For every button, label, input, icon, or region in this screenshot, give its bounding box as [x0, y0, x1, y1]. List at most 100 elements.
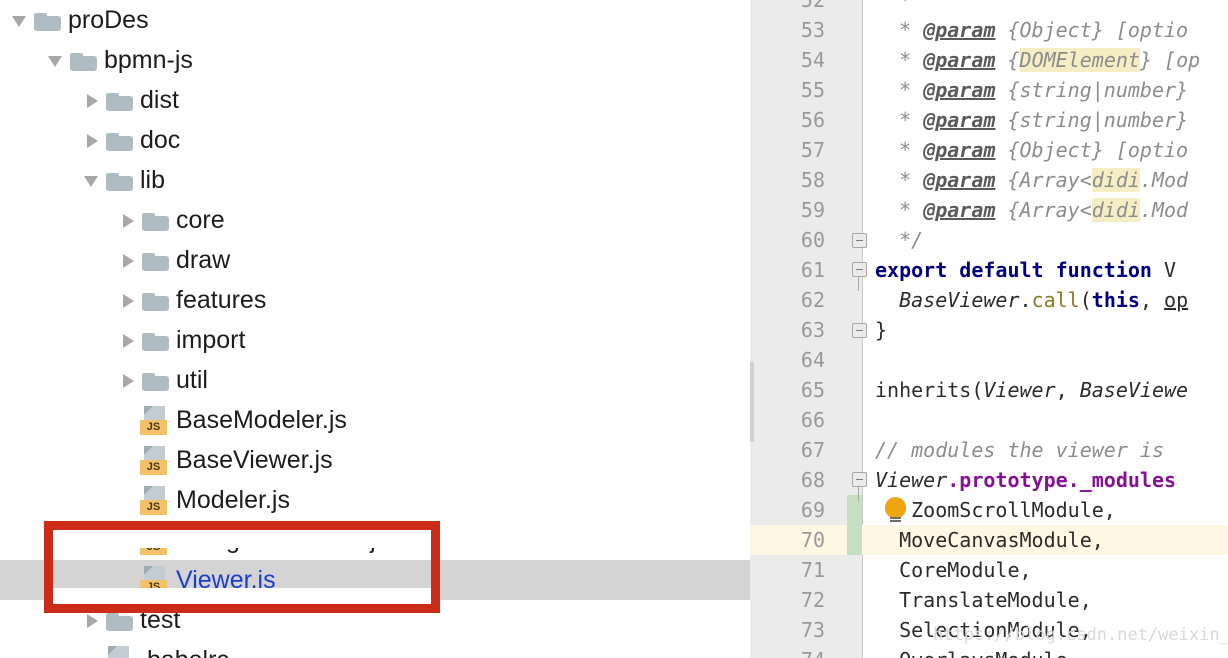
- folder-icon: [140, 360, 174, 400]
- code-line-63[interactable]: 63}: [750, 315, 1228, 345]
- intention-lightbulb-icon[interactable]: [885, 497, 907, 523]
- tree-item-label: proDes: [68, 5, 149, 34]
- code-line-61[interactable]: 61 export default function V: [750, 255, 1228, 285]
- tree-row-core[interactable]: core: [0, 200, 750, 240]
- code-line-71[interactable]: 71 CoreModule,: [750, 555, 1228, 585]
- folder-icon: [104, 160, 138, 200]
- lightbulb-base-upper: [890, 517, 901, 519]
- line-number: 67: [800, 438, 825, 462]
- tree-row-import[interactable]: import: [0, 320, 750, 360]
- code-line-66[interactable]: 66: [750, 405, 1228, 435]
- tree-row-baseviewer-js[interactable]: JS BaseViewer.js: [0, 440, 750, 480]
- tree-row--babelrc[interactable]: .babelrc: [0, 640, 750, 658]
- tree-row-basemodeler-js[interactable]: JS BaseModeler.js: [0, 400, 750, 440]
- folder-icon: [104, 80, 138, 120]
- chevron-right-icon[interactable]: [118, 280, 140, 320]
- config-file-icon: [104, 640, 138, 658]
- code-text: * @param {string|number}: [899, 108, 1189, 132]
- code-line-65[interactable]: 65 inherits(Viewer, BaseViewe: [750, 375, 1228, 405]
- code-text: }: [875, 318, 888, 342]
- tree-item-label: doc: [140, 125, 181, 154]
- code-text: BaseViewer.call(this, op: [899, 288, 1189, 312]
- tree-item-label: .babelrc: [138, 646, 229, 658]
- tree-row-util[interactable]: util: [0, 360, 750, 400]
- code-line-70[interactable]: 70 MoveCanvasModule,: [750, 525, 1228, 555]
- screenshot-root: proDes bpmn-js dist doc lib core draw features i…: [0, 0, 1228, 658]
- file-corner-fold: [144, 446, 153, 455]
- code-line-67[interactable]: 67 // modules the viewer is: [750, 435, 1228, 465]
- code-text: *: [899, 0, 912, 12]
- tree-row-prodes[interactable]: proDes: [0, 0, 750, 40]
- annotation-inner-mask-top: [53, 530, 431, 548]
- annotation-inner-mask-bottom: [53, 588, 431, 605]
- chevron-right-icon[interactable]: [118, 200, 140, 240]
- chevron-right-icon[interactable]: [82, 80, 104, 120]
- tree-row-bpmn-js[interactable]: bpmn-js: [0, 40, 750, 80]
- folder-icon: [140, 240, 174, 280]
- tree-item-label: BaseModeler.js: [176, 405, 347, 434]
- code-text: MoveCanvasModule,: [863, 525, 1228, 555]
- tree-row-draw[interactable]: draw: [0, 240, 750, 280]
- code-editor-panel: 52 * 53 * @param {Object} [optio 54 * @par…: [750, 0, 1228, 658]
- code-line-52[interactable]: 52 *: [750, 0, 1228, 15]
- line-number: 68: [800, 468, 825, 492]
- code-line-68[interactable]: 68 Viewer.prototype._modules: [750, 465, 1228, 495]
- line-number: 72: [800, 588, 825, 612]
- javascript-file-icon: JS: [140, 400, 174, 440]
- line-number: 73: [800, 618, 825, 642]
- folder-icon: [140, 280, 174, 320]
- line-number: 62: [800, 288, 825, 312]
- code-line-72[interactable]: 72 TranslateModule,: [750, 585, 1228, 615]
- code-line-58[interactable]: 58 * @param {Array<didi.Mod: [750, 165, 1228, 195]
- code-line-60[interactable]: 60 */: [750, 225, 1228, 255]
- tree-row-test[interactable]: test: [0, 600, 750, 640]
- javascript-file-icon: JS: [140, 480, 174, 520]
- code-text: */: [899, 228, 924, 252]
- chevron-right-icon[interactable]: [118, 240, 140, 280]
- tree-row-features[interactable]: features: [0, 280, 750, 320]
- chevron-right-icon[interactable]: [118, 320, 140, 360]
- tree-row-lib[interactable]: lib: [0, 160, 750, 200]
- tree-item-label: BaseViewer.js: [176, 445, 333, 474]
- line-number: 63: [800, 318, 825, 342]
- code-fold-toggle[interactable]: [852, 262, 867, 277]
- code-line-59[interactable]: 59 * @param {Array<didi.Mod: [750, 195, 1228, 225]
- code-text: OverlaysModule: [863, 645, 1228, 658]
- code-text: TranslateModule,: [899, 588, 1092, 612]
- code-line-62[interactable]: 62 BaseViewer.call(this, op: [750, 285, 1228, 315]
- code-line-57[interactable]: 57 * @param {Object} [optio: [750, 135, 1228, 165]
- tree-row-modeler-js[interactable]: JS Modeler.js: [0, 480, 750, 520]
- lightbulb-base-lower: [890, 520, 901, 522]
- code-line-64[interactable]: 64: [750, 345, 1228, 375]
- chevron-down-icon[interactable]: [46, 40, 68, 80]
- tree-row-doc[interactable]: doc: [0, 120, 750, 160]
- code-line-55[interactable]: 55 * @param {string|number}: [750, 75, 1228, 105]
- chevron-right-icon[interactable]: [82, 120, 104, 160]
- chevron-right-icon[interactable]: [82, 600, 104, 640]
- code-line-69[interactable]: 69 ZoomScrollModule,: [750, 495, 1228, 525]
- code-fold-toggle[interactable]: [852, 472, 867, 487]
- line-number: 57: [800, 138, 825, 162]
- line-number: 71: [800, 558, 825, 582]
- code-text: SelectionModule,: [899, 618, 1092, 642]
- code-line-74[interactable]: 74 OverlaysModule: [750, 645, 1228, 658]
- code-line-56[interactable]: 56 * @param {string|number}: [750, 105, 1228, 135]
- code-line-54[interactable]: 54 * @param {DOMElement} [op: [750, 45, 1228, 75]
- code-fold-toggle[interactable]: [852, 233, 867, 248]
- js-badge: JS: [140, 500, 167, 515]
- chevron-down-icon[interactable]: [82, 160, 104, 200]
- code-fold-toggle[interactable]: [852, 323, 867, 338]
- chevron-down-icon[interactable]: [10, 0, 32, 40]
- code-line-53[interactable]: 53 * @param {Object} [optio: [750, 15, 1228, 45]
- line-number: 54: [800, 48, 825, 72]
- lightbulb-glass: [885, 497, 906, 518]
- line-number: 65: [800, 378, 825, 402]
- tree-row-dist[interactable]: dist: [0, 80, 750, 120]
- code-line-73[interactable]: 73 SelectionModule,: [750, 615, 1228, 645]
- vcs-change-marker[interactable]: [847, 495, 862, 555]
- tree-item-label: lib: [140, 165, 166, 194]
- code-text: export default function V: [875, 258, 1177, 282]
- chevron-right-icon[interactable]: [118, 360, 140, 400]
- code-text: * @param {DOMElement} [op: [899, 48, 1201, 72]
